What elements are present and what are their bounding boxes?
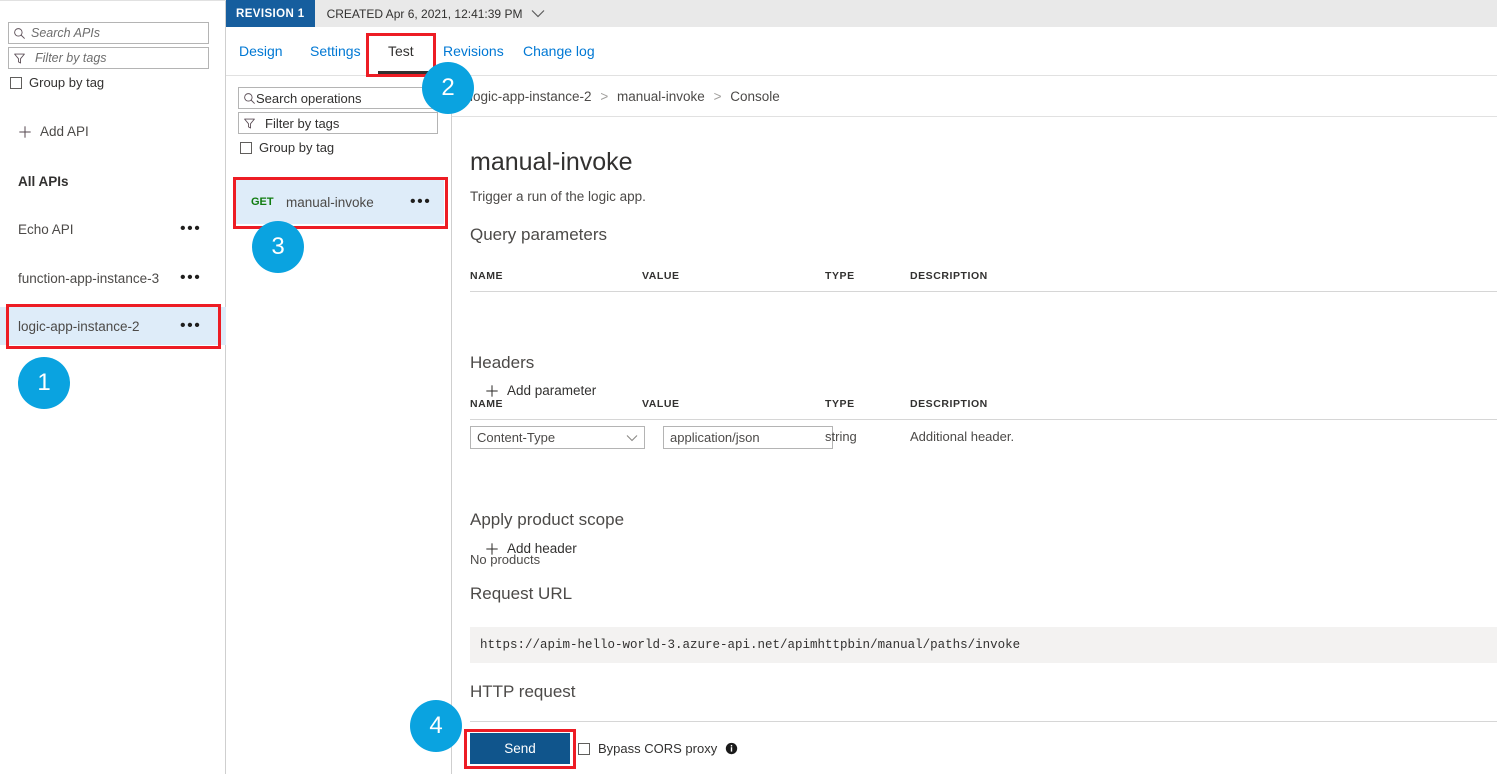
query-parameters-table-header: NAME VALUE TYPE DESCRIPTION bbox=[470, 266, 1497, 292]
request-url-heading: Request URL bbox=[470, 584, 572, 604]
plus-icon bbox=[18, 125, 32, 139]
checkbox-icon bbox=[578, 743, 590, 755]
operation-context-menu-icon[interactable]: ••• bbox=[410, 198, 431, 206]
headers-table-header: NAME VALUE TYPE DESCRIPTION bbox=[470, 394, 1497, 420]
header-value-text: application/json bbox=[670, 430, 760, 445]
breadcrumb: logic-app-instance-2 > manual-invoke > C… bbox=[470, 89, 780, 104]
operation-item-manual-invoke[interactable]: GET manual-invoke ••• bbox=[234, 180, 444, 224]
filter-operations-tags-placeholder: Filter by tags bbox=[265, 116, 339, 131]
api-item-label: logic-app-instance-2 bbox=[18, 319, 140, 334]
checkbox-icon bbox=[10, 77, 22, 89]
group-by-tag-operations-checkbox[interactable]: Group by tag bbox=[240, 140, 334, 155]
tab-settings[interactable]: Settings bbox=[310, 43, 361, 59]
column-header-description: DESCRIPTION bbox=[910, 398, 988, 410]
search-apis-input[interactable]: Search APIs bbox=[8, 22, 209, 44]
funnel-icon bbox=[243, 117, 256, 130]
column-header-value: VALUE bbox=[642, 398, 680, 410]
search-icon bbox=[13, 27, 26, 40]
filter-operations-tags-input[interactable]: Filter by tags bbox=[238, 112, 438, 134]
sidebar-item-function-app-instance-3[interactable]: function-app-instance-3 ••• bbox=[0, 259, 226, 297]
page-description: Trigger a run of the logic app. bbox=[470, 189, 646, 204]
search-apis-placeholder: Search APIs bbox=[31, 26, 100, 40]
app-root: Search APIs Filter by tags Group by tag … bbox=[0, 0, 1497, 774]
revision-badge: REVISION 1 bbox=[226, 0, 315, 27]
header-value-input[interactable]: application/json bbox=[663, 426, 833, 449]
column-header-value: VALUE bbox=[642, 270, 680, 282]
column-header-description: DESCRIPTION bbox=[910, 270, 988, 282]
group-by-tag-operations-label: Group by tag bbox=[259, 140, 334, 155]
test-console: logic-app-instance-2 > manual-invoke > C… bbox=[452, 76, 1497, 774]
annotation-badge-4: 4 bbox=[410, 700, 462, 752]
bypass-cors-proxy-checkbox[interactable]: Bypass CORS proxy bbox=[578, 741, 738, 756]
add-api-label: Add API bbox=[40, 124, 89, 139]
revision-bar: REVISION 1 CREATED Apr 6, 2021, 12:41:39… bbox=[226, 0, 1497, 27]
active-tab-underline bbox=[378, 71, 433, 74]
operation-name-label: manual-invoke bbox=[286, 195, 374, 210]
breadcrumb-divider bbox=[452, 116, 1497, 117]
api-item-label: function-app-instance-3 bbox=[18, 271, 159, 286]
product-scope-value: No products bbox=[470, 552, 540, 567]
tab-revisions[interactable]: Revisions bbox=[443, 43, 504, 59]
info-icon[interactable] bbox=[725, 742, 738, 755]
chevron-down-icon[interactable] bbox=[531, 9, 545, 18]
tab-change-log[interactable]: Change log bbox=[523, 43, 595, 59]
headers-heading: Headers bbox=[470, 353, 534, 373]
breadcrumb-separator: > bbox=[595, 89, 613, 104]
header-name-value: Content-Type bbox=[477, 430, 626, 445]
group-by-tag-apis-checkbox[interactable]: Group by tag bbox=[10, 75, 104, 90]
api-item-label: Echo API bbox=[18, 222, 74, 237]
chevron-down-icon bbox=[626, 434, 638, 442]
filter-tags-input[interactable]: Filter by tags bbox=[8, 47, 209, 69]
http-request-heading: HTTP request bbox=[470, 682, 576, 702]
query-parameters-heading: Query parameters bbox=[470, 225, 607, 245]
tab-test[interactable]: Test bbox=[388, 43, 414, 59]
annotation-badge-3: 3 bbox=[252, 221, 304, 273]
all-apis-header: All APIs bbox=[18, 174, 69, 189]
column-header-type: TYPE bbox=[825, 398, 855, 410]
annotation-badge-1: 1 bbox=[18, 357, 70, 409]
column-header-name: NAME bbox=[470, 270, 503, 282]
sidebar-item-echo-api[interactable]: Echo API ••• bbox=[0, 210, 226, 248]
search-operations-input[interactable]: Search operations bbox=[238, 87, 438, 109]
table-row: Content-Type application/json string Add… bbox=[470, 426, 1497, 460]
header-description-text: Additional header. bbox=[910, 429, 1014, 444]
api-context-menu-icon[interactable]: ••• bbox=[180, 274, 201, 282]
http-request-divider bbox=[470, 721, 1497, 722]
sidebar-top-border bbox=[0, 0, 226, 1]
api-tabs: Design Settings Test Revisions Change lo… bbox=[226, 27, 1497, 76]
sidebar-item-logic-app-instance-2[interactable]: logic-app-instance-2 ••• bbox=[0, 307, 226, 345]
send-button[interactable]: Send bbox=[470, 733, 570, 764]
group-by-tag-apis-label: Group by tag bbox=[29, 75, 104, 90]
breadcrumb-separator: > bbox=[709, 89, 727, 104]
page-title: manual-invoke bbox=[470, 148, 633, 177]
annotation-badge-2: 2 bbox=[422, 62, 474, 114]
request-url-text: https://apim-hello-world-3.azure-api.net… bbox=[480, 638, 1020, 652]
operation-method-label: GET bbox=[251, 196, 274, 208]
api-context-menu-icon[interactable]: ••• bbox=[180, 322, 201, 330]
header-name-select[interactable]: Content-Type bbox=[470, 426, 645, 449]
filter-tags-placeholder: Filter by tags bbox=[35, 51, 107, 65]
add-api-button[interactable]: Add API bbox=[18, 124, 89, 139]
breadcrumb-operation[interactable]: manual-invoke bbox=[617, 89, 705, 104]
checkbox-icon bbox=[240, 142, 252, 154]
column-header-name: NAME bbox=[470, 398, 503, 410]
product-scope-heading: Apply product scope bbox=[470, 510, 624, 530]
search-icon bbox=[243, 92, 256, 105]
column-header-type: TYPE bbox=[825, 270, 855, 282]
header-type-text: string bbox=[825, 429, 857, 444]
revision-created-text: CREATED Apr 6, 2021, 12:41:39 PM bbox=[327, 7, 523, 21]
breadcrumb-console: Console bbox=[730, 89, 780, 104]
search-operations-placeholder: Search operations bbox=[256, 91, 362, 106]
breadcrumb-api[interactable]: logic-app-instance-2 bbox=[470, 89, 592, 104]
api-context-menu-icon[interactable]: ••• bbox=[180, 225, 201, 233]
tab-design[interactable]: Design bbox=[239, 43, 283, 59]
bypass-cors-proxy-label: Bypass CORS proxy bbox=[598, 741, 717, 756]
request-url-box: https://apim-hello-world-3.azure-api.net… bbox=[470, 627, 1497, 663]
operations-pane: Search operations Filter by tags Group b… bbox=[226, 76, 452, 774]
funnel-icon bbox=[13, 52, 26, 65]
